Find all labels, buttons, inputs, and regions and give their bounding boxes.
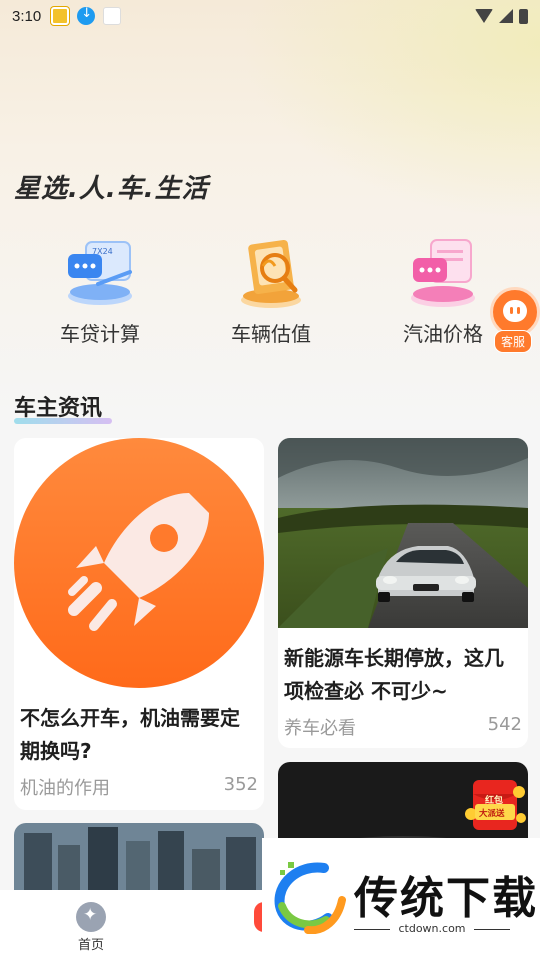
watermark-url: ctdown.com <box>354 922 510 935</box>
signal-icon <box>499 9 513 23</box>
watermark: 传统下载 ctdown.com <box>262 838 540 942</box>
nav-home-label: 首页 <box>77 938 104 953</box>
promo-red-envelope[interactable]: 红包 大派送 <box>463 778 527 832</box>
vehicle-valuation-icon <box>229 232 313 316</box>
download-icon <box>77 6 96 25</box>
gas-price-icon <box>401 232 485 316</box>
rocket-icon <box>14 438 264 688</box>
feature-label: 车辆估值 <box>231 322 311 346</box>
article-card[interactable]: 不怎么开车，机油需要定期换吗? 机油的作用 352 <box>14 438 264 810</box>
feature-loan-calculator[interactable]: 7X24 车贷计算 <box>14 232 186 347</box>
section-title: 车主资讯 <box>14 390 112 424</box>
article-title: 不怎么开车，机油需要定期换吗? <box>20 706 240 763</box>
article-category: 养车必看 <box>284 718 356 739</box>
sports-car-photo <box>278 438 528 628</box>
article-category: 机油的作用 <box>20 778 110 799</box>
wifi-icon <box>475 9 493 23</box>
promo-label-bottom: 大派送 <box>479 808 505 819</box>
feature-vehicle-valuation[interactable]: 车辆估值 <box>185 232 357 347</box>
promo-label-top: 红包 <box>485 794 503 806</box>
article-count: 542 <box>487 714 522 735</box>
watermark-brand: 传统下载 <box>354 873 538 924</box>
feature-grid: 7X24 车贷计算 车辆估值 汽油价格 <box>0 232 540 352</box>
status-time: 3:10 <box>12 7 42 25</box>
article-card[interactable]: 新能源车长期停放，这几项检查必 不可少~ 养车必看 542 <box>278 438 528 748</box>
feature-label: 车贷计算 <box>60 322 140 346</box>
home-icon <box>76 902 106 932</box>
customer-service-button[interactable]: 客服 <box>490 287 540 353</box>
watermark-logo-icon <box>274 862 346 934</box>
app-notification-icon <box>103 7 122 25</box>
app-notification-icon <box>51 7 70 25</box>
loan-calculator-icon: 7X24 <box>58 232 142 316</box>
status-bar: 3:10 <box>0 0 540 32</box>
header-background <box>0 0 540 430</box>
article-title: 新能源车长期停放，这几项检查必 不可少~ <box>284 646 504 703</box>
battery-icon <box>519 8 528 24</box>
article-count: 352 <box>223 774 258 795</box>
nav-home[interactable]: 首页 <box>70 902 112 953</box>
slogan: 星选.人.车.生活 <box>14 174 209 204</box>
customer-service-label: 客服 <box>494 330 533 353</box>
